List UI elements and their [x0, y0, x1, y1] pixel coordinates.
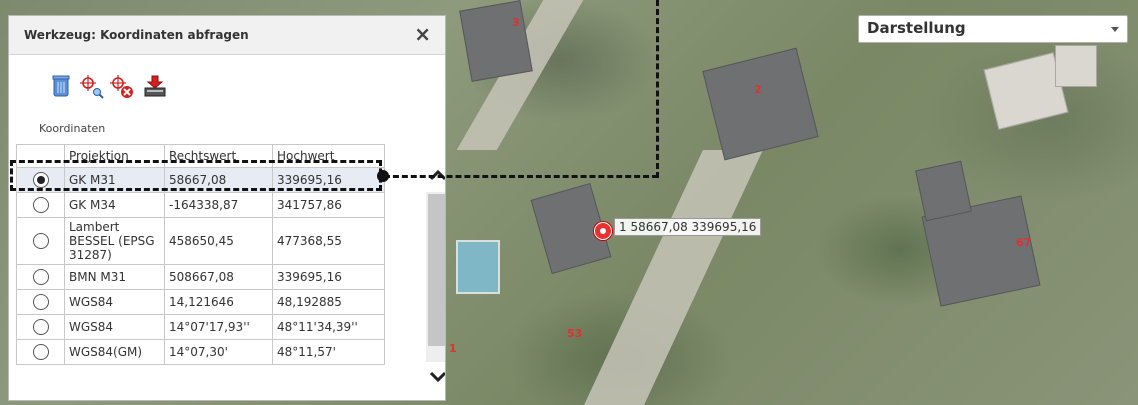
- cell-projektion: WGS84: [64, 289, 165, 315]
- cell-rechtswert: 14,121646: [164, 289, 273, 315]
- lot-number: 2: [754, 83, 762, 96]
- annotation-connector-line: [384, 175, 658, 178]
- cell-rechtswert: -164338,87: [164, 192, 273, 218]
- row-radio[interactable]: [16, 192, 65, 218]
- cell-hochwert: 48°11'34,39'': [272, 314, 385, 340]
- location-marker-icon[interactable]: [594, 222, 612, 240]
- radio-button[interactable]: [32, 294, 49, 310]
- cell-hochwert: 48°11,57': [272, 339, 385, 365]
- section-label: Koordinaten: [39, 122, 106, 135]
- radio-button[interactable]: [32, 269, 49, 285]
- panel-header: Werkzeug: Koordinaten abfragen ×: [9, 16, 445, 55]
- annotation-highlight-box: [10, 160, 382, 191]
- cell-rechtswert: 14°07,30': [164, 339, 273, 365]
- cell-projektion: WGS84(GM): [64, 339, 165, 365]
- lot-number: 3: [512, 16, 520, 29]
- table-row[interactable]: Lambert BESSEL (EPSG 31287) 458650,45 47…: [16, 217, 385, 265]
- scrollbar-thumb[interactable]: [428, 194, 445, 346]
- delete-icon[interactable]: [51, 74, 75, 100]
- chevron-down-icon[interactable]: [427, 366, 445, 388]
- house: [702, 47, 819, 161]
- remove-point-icon[interactable]: [109, 74, 133, 100]
- house: [915, 160, 972, 222]
- row-radio[interactable]: [16, 264, 65, 290]
- row-radio[interactable]: [16, 289, 65, 315]
- radio-button[interactable]: [32, 197, 49, 213]
- cell-hochwert: 48,192885: [272, 289, 385, 315]
- cell-projektion: WGS84: [64, 314, 165, 340]
- dropdown-label: Darstellung: [867, 19, 966, 37]
- display-dropdown[interactable]: Darstellung: [858, 15, 1128, 43]
- lot-number: 67: [1016, 236, 1032, 249]
- row-radio[interactable]: [16, 339, 65, 365]
- close-icon[interactable]: ×: [414, 24, 431, 44]
- table-row[interactable]: WGS84 14°07'17,93'' 48°11'34,39'': [16, 314, 385, 340]
- cell-rechtswert: 508667,08: [164, 264, 273, 290]
- annotation-dot: [377, 170, 389, 182]
- marker-label: 1 58667,08 339695,16: [614, 218, 762, 236]
- cell-projektion: Lambert BESSEL (EPSG 31287): [64, 217, 165, 265]
- radio-button[interactable]: [32, 344, 49, 360]
- cell-hochwert: 477368,55: [272, 217, 385, 265]
- table-row[interactable]: GK M34 -164338,87 341757,86: [16, 192, 385, 218]
- cell-rechtswert: 14°07'17,93'': [164, 314, 273, 340]
- query-point-icon[interactable]: [79, 74, 104, 100]
- lot-number: 53: [567, 327, 583, 340]
- export-icon[interactable]: [143, 74, 167, 100]
- table-row[interactable]: WGS84 14,121646 48,192885: [16, 289, 385, 315]
- row-radio[interactable]: [16, 217, 65, 265]
- cell-hochwert: 341757,86: [272, 192, 385, 218]
- table-row[interactable]: WGS84(GM) 14°07,30' 48°11,57': [16, 339, 385, 365]
- cell-projektion: GK M34: [64, 192, 165, 218]
- panel-title: Werkzeug: Koordinaten abfragen: [24, 28, 249, 42]
- chevron-down-icon: [1111, 27, 1119, 32]
- cell-rechtswert: 458650,45: [164, 217, 273, 265]
- house: [1055, 45, 1097, 87]
- lot-number: 1: [449, 342, 457, 355]
- radio-button[interactable]: [32, 233, 49, 249]
- row-radio[interactable]: [16, 314, 65, 340]
- house: [459, 0, 533, 82]
- annotation-connector-line: [656, 0, 659, 178]
- cell-hochwert: 339695,16: [272, 264, 385, 290]
- cell-projektion: BMN M31: [64, 264, 165, 290]
- table-row[interactable]: BMN M31 508667,08 339695,16: [16, 264, 385, 290]
- coordinates-tool-panel: Werkzeug: Koordinaten abfragen × Koordin…: [8, 15, 446, 401]
- road: [577, 150, 763, 405]
- radio-button[interactable]: [32, 319, 49, 335]
- pool: [456, 240, 500, 294]
